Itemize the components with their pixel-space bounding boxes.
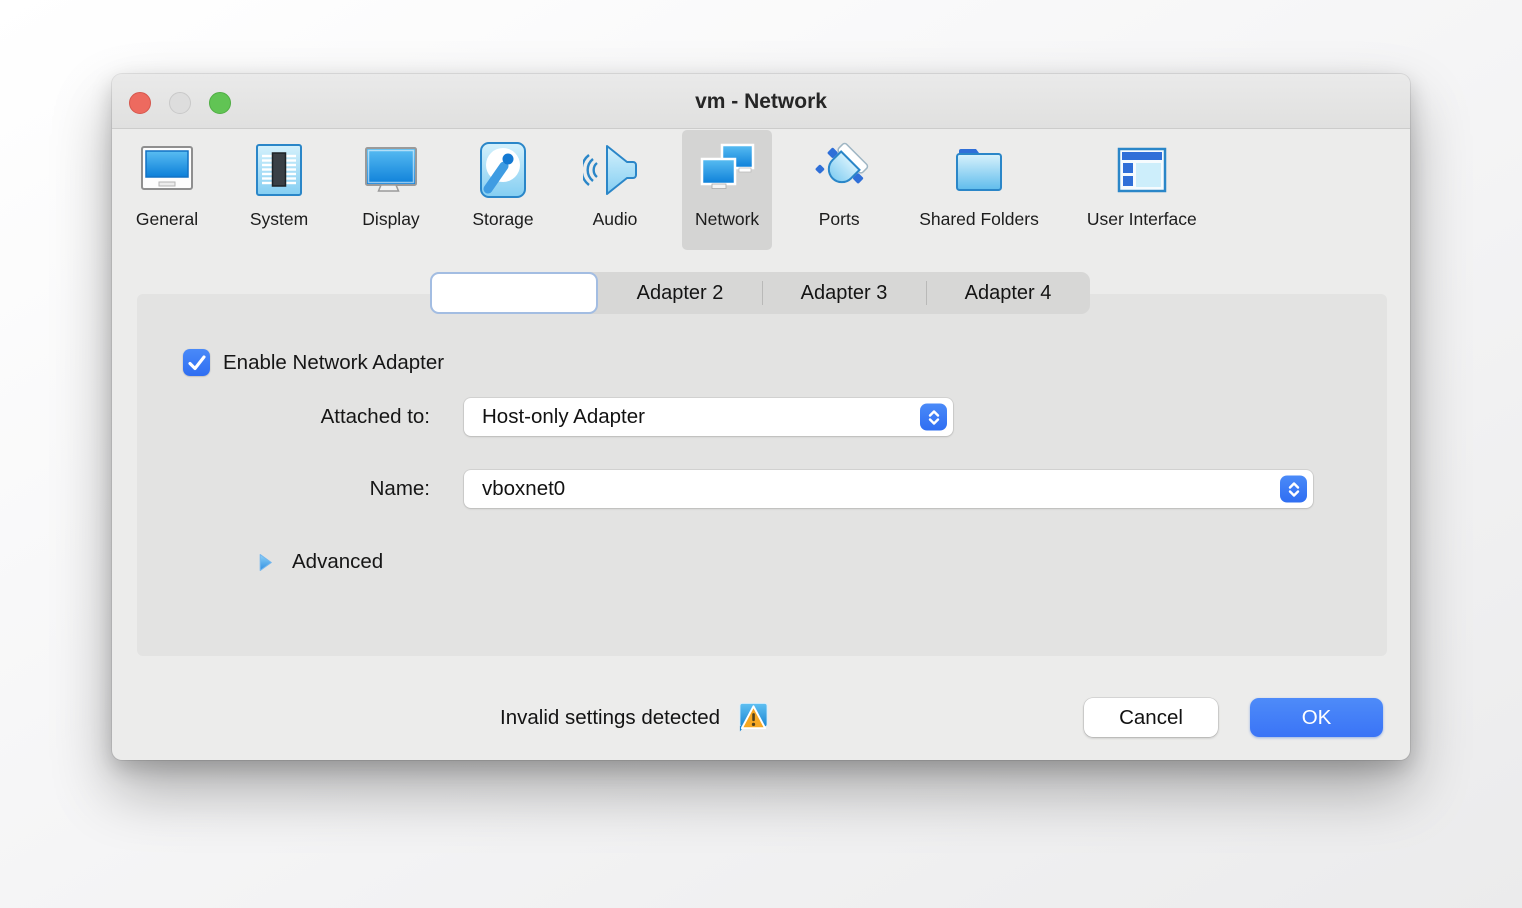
tab-adapter-4[interactable]: Adapter 4 (926, 272, 1090, 314)
ok-button[interactable]: OK (1250, 698, 1383, 737)
cancel-button[interactable]: Cancel (1084, 698, 1218, 737)
toolbar-item-display[interactable]: Display (346, 130, 436, 250)
toolbar-item-user-interface[interactable]: User Interface (1074, 130, 1210, 250)
general-icon (135, 138, 199, 202)
advanced-label: Advanced (292, 550, 383, 574)
disclosure-triangle-icon (258, 553, 273, 572)
toolbar-item-label: Ports (819, 209, 860, 230)
adapter-tabbar: Adapter 2 Adapter 3 Adapter 4 (430, 272, 1090, 314)
attached-to-select[interactable]: Host-only Adapter (464, 398, 953, 436)
name-select[interactable]: vboxnet0 (464, 470, 1313, 508)
toolbar-item-label: Network (695, 209, 759, 230)
network-icon (695, 138, 759, 202)
tab-label: Adapter 4 (965, 282, 1052, 305)
enable-adapter-checkbox[interactable] (183, 349, 210, 376)
name-value: vboxnet0 (482, 477, 565, 501)
vm-network-settings-window: vm - Network General (112, 74, 1410, 760)
attached-to-value: Host-only Adapter (482, 405, 645, 429)
toolbar-item-shared-folders[interactable]: Shared Folders (906, 130, 1052, 250)
enable-adapter-label: Enable Network Adapter (223, 351, 444, 375)
window-title: vm - Network (112, 74, 1410, 129)
titlebar[interactable]: vm - Network (112, 74, 1410, 129)
display-icon (359, 138, 423, 202)
tab-separator (762, 281, 763, 305)
status-text: Invalid settings detected (500, 703, 720, 733)
shared-folders-icon (947, 138, 1011, 202)
settings-toolbar: General System (112, 130, 1410, 250)
storage-icon (471, 138, 535, 202)
toolbar-item-audio[interactable]: Audio (570, 130, 660, 250)
toolbar-item-label: User Interface (1087, 209, 1197, 230)
name-label: Name: (137, 470, 430, 508)
stepper-icon (1280, 476, 1307, 503)
toolbar-item-label: System (250, 209, 308, 230)
enable-adapter-row: Enable Network Adapter (183, 349, 444, 376)
attached-to-label: Attached to: (137, 398, 430, 436)
system-icon (247, 138, 311, 202)
toolbar-item-label: Shared Folders (919, 209, 1039, 230)
advanced-disclosure[interactable]: Advanced (258, 550, 383, 574)
toolbar-item-ports[interactable]: Ports (794, 130, 884, 250)
warning-icon (737, 701, 770, 733)
tab-adapter-2[interactable]: Adapter 2 (598, 272, 762, 314)
tab-label: Adapter 3 (801, 282, 888, 305)
toolbar-item-general[interactable]: General (122, 130, 212, 250)
checkmark-icon (184, 350, 210, 376)
audio-icon (583, 138, 647, 202)
toolbar-item-label: General (136, 209, 198, 230)
toolbar-item-label: Display (362, 209, 419, 230)
toolbar-item-label: Audio (593, 209, 638, 230)
toolbar-item-network[interactable]: Network (682, 130, 772, 250)
adapter-settings-panel: Enable Network Adapter Attached to: Host… (137, 294, 1387, 656)
user-interface-icon (1110, 138, 1174, 202)
toolbar-item-storage[interactable]: Storage (458, 130, 548, 250)
tab-adapter-3[interactable]: Adapter 3 (762, 272, 926, 314)
tab-separator (926, 281, 927, 305)
tab-label: Adapter 2 (637, 282, 724, 305)
stepper-icon (920, 404, 947, 431)
toolbar-item-system[interactable]: System (234, 130, 324, 250)
ports-icon (807, 138, 871, 202)
tab-adapter-1[interactable] (430, 272, 598, 314)
toolbar-item-label: Storage (472, 209, 533, 230)
